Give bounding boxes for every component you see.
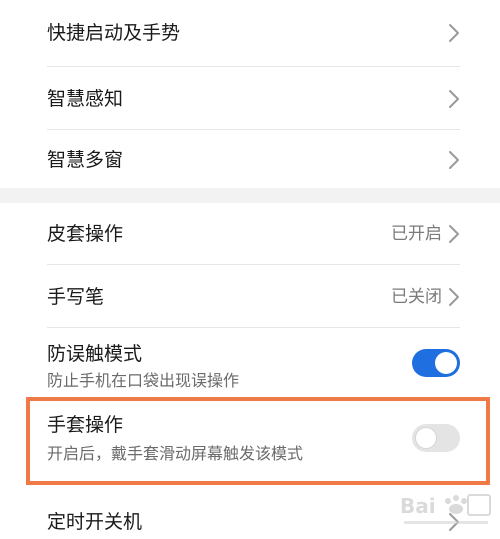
settings-item-label: 智慧感知 [47, 88, 124, 110]
status-text: 已开启 [391, 224, 442, 244]
settings-page: 快捷启动及手势 智慧感知 智慧多窗 皮套操作 已开启 手写笔 已关闭 防误触模式… [0, 0, 500, 539]
settings-item-shortcuts-gestures[interactable]: 快捷启动及手势 [0, 0, 500, 66]
pocket-mode-toggle[interactable] [412, 349, 460, 377]
highlight-annotation [26, 397, 490, 485]
chevron-right-icon [449, 151, 459, 169]
settings-group-top: 快捷启动及手势 智慧感知 智慧多窗 [0, 0, 500, 188]
settings-item-label: 智慧多窗 [47, 149, 124, 171]
toggle-knob [435, 352, 457, 374]
settings-item-label: 防误触模式 [47, 343, 143, 365]
svg-text:Bai: Bai [400, 494, 436, 518]
settings-item-smart-multi-window[interactable]: 智慧多窗 [0, 130, 500, 188]
chevron-right-icon [449, 288, 459, 306]
watermark-logo-icon: Bai [400, 494, 491, 524]
settings-item-label: 皮套操作 [47, 223, 124, 245]
settings-item-stylus[interactable]: 手写笔 已关闭 [0, 265, 500, 327]
chevron-right-icon [449, 225, 459, 243]
settings-item-cover-operation[interactable]: 皮套操作 已开启 [0, 203, 500, 264]
chevron-right-icon [449, 90, 459, 108]
settings-item-label: 快捷启动及手势 [47, 22, 181, 44]
settings-item-description: 防止手机在口袋出现误操作 [47, 371, 240, 390]
settings-item-label: 手写笔 [47, 286, 105, 308]
settings-item-label: 定时开关机 [47, 511, 143, 533]
section-separator [0, 188, 500, 203]
settings-item-smart-sensing[interactable]: 智慧感知 [0, 67, 500, 129]
settings-item-pocket-mode: 防误触模式 防止手机在口袋出现误操作 [0, 328, 500, 398]
status-text: 已关闭 [391, 287, 442, 307]
chevron-right-icon [449, 24, 459, 42]
